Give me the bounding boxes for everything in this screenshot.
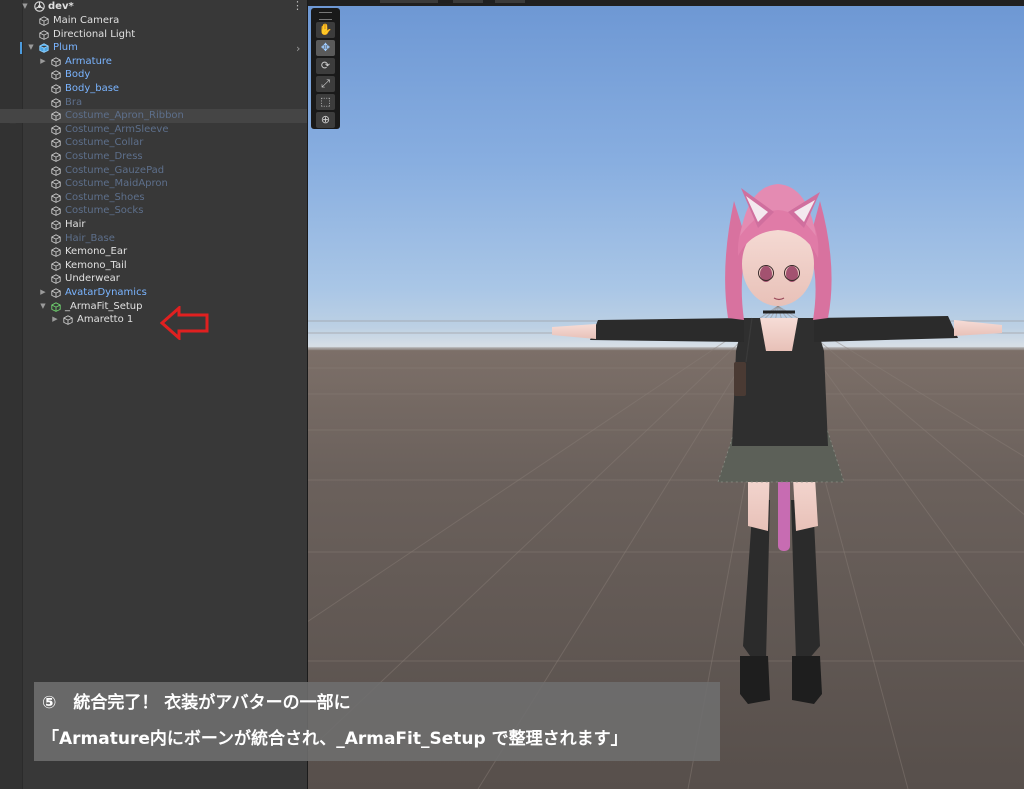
red-arrow-icon	[160, 306, 209, 340]
hierarchy-row[interactable]: Costume_Dress	[0, 150, 307, 164]
hierarchy-row[interactable]: Hair	[0, 218, 307, 232]
foldout-closed-icon[interactable]: ▶	[38, 286, 48, 300]
scene-root-row[interactable]: ▼ dev*	[0, 0, 307, 14]
rect-tool-button[interactable]: ⬚	[316, 94, 335, 110]
caption-line-2: 「Armature内にボーンが統合され、_ArmaFit_Setup で整理され…	[42, 729, 628, 749]
hand-tool-button[interactable]: ✋	[316, 22, 335, 38]
hierarchy-item-label: Main Camera	[53, 15, 120, 26]
gameobject-cube-icon	[51, 206, 61, 217]
hierarchy-item-label: Kemono_Tail	[65, 259, 127, 271]
hierarchy-item-label: Underwear	[65, 273, 120, 285]
hierarchy-row[interactable]: Costume_Collar	[0, 136, 307, 150]
hierarchy-item-label: Amaretto 1	[77, 314, 134, 326]
hierarchy-item-label: AvatarDynamics	[65, 287, 147, 298]
hierarchy-item-label: Body	[65, 69, 91, 81]
gameobject-cube-icon	[51, 247, 61, 258]
hierarchy-item-label: Costume_Collar	[65, 137, 144, 149]
hierarchy-item-label: Directional Light	[53, 28, 136, 40]
gameobject-cube-icon	[51, 220, 61, 230]
gameobject-cube-icon	[39, 16, 49, 26]
hierarchy-row[interactable]: ▼ Plum	[0, 41, 307, 55]
foldout-closed-icon[interactable]: ▶	[50, 313, 60, 327]
hierarchy-row[interactable]: Kemono_Ear	[0, 245, 307, 259]
scene-view[interactable]	[308, 6, 1024, 789]
hierarchy-row[interactable]: Costume_Shoes	[0, 191, 307, 205]
foldout-open-icon[interactable]: ▼	[38, 300, 48, 314]
move-tool-button[interactable]: ✥	[316, 40, 335, 56]
hierarchy-item-label: Costume_Socks	[65, 205, 144, 217]
hierarchy-row[interactable]: ▶ Amaretto 1	[0, 313, 307, 327]
gameobject-cube-icon	[51, 125, 61, 135]
hierarchy-item-label: Plum	[53, 42, 78, 54]
hierarchy-item-label: Hair	[65, 219, 86, 230]
scene-tool-palette: ✋ ✥ ⟳ ⤢ ⬚ ⊕	[311, 8, 340, 129]
hierarchy-panel: ▼ dev* ⋮ › Main Camera Directional Light ▼…	[0, 0, 308, 789]
gameobject-cube-icon	[51, 193, 61, 203]
gameobject-cube-icon	[51, 165, 61, 176]
hierarchy-item-label: Costume_GauzePad	[65, 164, 165, 176]
hierarchy-row[interactable]: Hair_Base	[0, 232, 307, 246]
top-tab[interactable]	[453, 0, 483, 3]
hierarchy-row[interactable]: Bra	[0, 96, 307, 110]
special-cube-icon	[51, 301, 61, 312]
gameobject-cube-icon	[51, 111, 61, 122]
hierarchy-item-label: Body_base	[65, 83, 120, 94]
prefab-cube-icon	[39, 43, 49, 54]
gameobject-cube-icon	[51, 274, 61, 285]
scene-name: dev*	[48, 1, 74, 12]
gameobject-cube-icon	[51, 138, 61, 149]
hierarchy-item-label: Armature	[65, 55, 112, 67]
hierarchy-row[interactable]: Costume_Apron_Ribbon	[0, 109, 307, 123]
scale-tool-button[interactable]: ⤢	[316, 76, 335, 92]
hierarchy-item-label: Costume_Dress	[65, 151, 143, 162]
hierarchy-item-label: Hair_Base	[65, 232, 115, 244]
hierarchy-item-label: Costume_Apron_Ribbon	[65, 110, 184, 122]
hierarchy-row[interactable]: Costume_MaidApron	[0, 177, 307, 191]
hierarchy-row[interactable]: ▶ AvatarDynamics	[0, 286, 307, 300]
gameobject-cube-icon	[39, 29, 49, 40]
hierarchy-row[interactable]: Body	[0, 68, 307, 82]
hierarchy-item-label: Costume_Shoes	[65, 191, 145, 203]
caption-banner: ⑤ 統合完了！ 衣装がアバターの一部に 「Armature内にボーンが統合され、…	[34, 682, 720, 761]
gameobject-cube-icon	[51, 57, 61, 67]
avatar-model[interactable]	[552, 184, 1002, 704]
hierarchy-row[interactable]: Costume_Socks	[0, 204, 307, 218]
scene-canvas[interactable]	[308, 6, 1024, 789]
caption-line-1: ⑤ 統合完了！ 衣装がアバターの一部に	[42, 693, 351, 713]
hierarchy-row[interactable]: ▼ _ArmaFit_Setup	[0, 300, 307, 314]
hierarchy-item-label: _ArmaFit_Setup	[65, 300, 143, 312]
foldout-open-icon[interactable]: ▼	[20, 0, 30, 14]
foldout-open-icon[interactable]: ▼	[26, 41, 36, 55]
hierarchy-row[interactable]: Costume_ArmSleeve	[0, 123, 307, 137]
gameobject-cube-icon	[51, 288, 61, 298]
hierarchy-item-label: Costume_ArmSleeve	[65, 123, 169, 135]
hierarchy-row[interactable]: Main Camera	[0, 14, 307, 28]
gameobject-cube-icon	[51, 261, 61, 271]
gameobject-cube-icon	[51, 179, 61, 190]
hierarchy-row[interactable]: Costume_GauzePad	[0, 164, 307, 178]
gameobject-cube-icon	[51, 70, 61, 81]
rotate-tool-button[interactable]: ⟳	[316, 58, 335, 74]
gameobject-cube-icon	[63, 315, 73, 326]
hierarchy-row[interactable]: Directional Light	[0, 28, 307, 42]
hierarchy-item-label: Kemono_Ear	[65, 246, 128, 258]
top-tab[interactable]	[495, 0, 525, 3]
gameobject-cube-icon	[51, 84, 61, 94]
hierarchy-row[interactable]: Kemono_Tail	[0, 259, 307, 273]
hierarchy-row[interactable]: ▶ Armature	[0, 55, 307, 69]
gameobject-cube-icon	[51, 97, 61, 108]
gameobject-cube-icon	[51, 152, 61, 162]
hierarchy-item-label: Costume_MaidApron	[65, 178, 168, 190]
hierarchy-row[interactable]: Body_base	[0, 82, 307, 96]
panel-menu-icon[interactable]: ⋮	[292, 0, 303, 12]
hierarchy-item-label: Bra	[65, 96, 83, 108]
top-tab[interactable]	[380, 0, 438, 3]
foldout-closed-icon[interactable]: ▶	[38, 55, 48, 69]
unity-scene-icon	[34, 1, 45, 12]
gameobject-cube-icon	[51, 233, 61, 244]
transform-tool-button[interactable]: ⊕	[316, 112, 335, 128]
palette-grip[interactable]	[319, 12, 332, 20]
hierarchy-row[interactable]: Underwear	[0, 272, 307, 286]
